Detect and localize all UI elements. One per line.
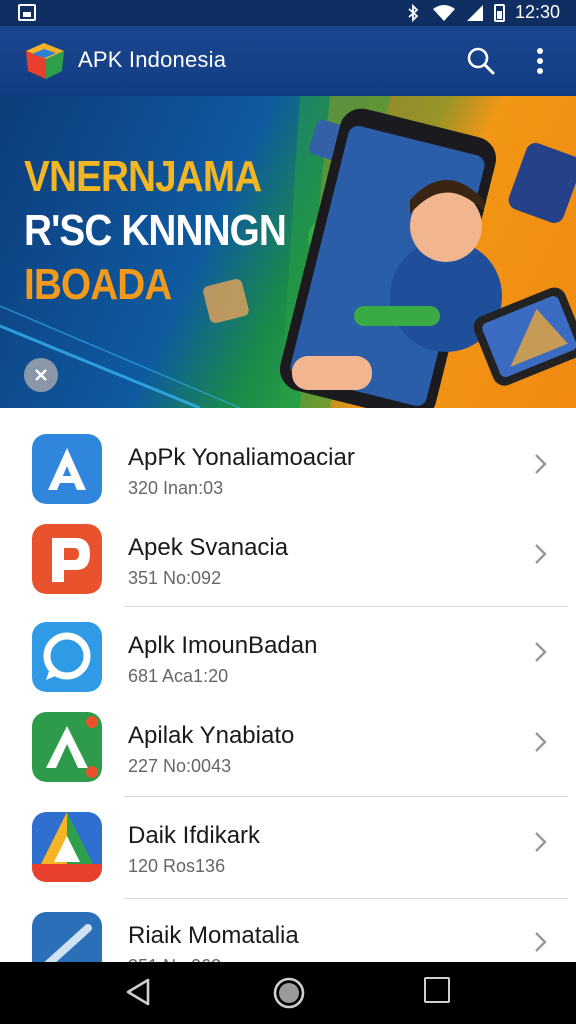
chevron-right-icon xyxy=(535,544,547,564)
search-icon[interactable] xyxy=(464,44,498,78)
close-icon xyxy=(35,369,47,381)
gallery-notification-icon xyxy=(18,4,36,21)
app-name: Daik Ifdikark xyxy=(128,822,261,849)
divider xyxy=(124,898,568,899)
banner-headline-2: R'SC KNNNGN xyxy=(24,206,287,255)
app-meta: 320 Inan:03 xyxy=(128,478,224,498)
recent-apps-icon[interactable] xyxy=(424,977,450,1003)
app-meta: 227 No:0043 xyxy=(128,756,232,776)
chevron-right-icon xyxy=(535,454,547,474)
banner-headline-3: IBOADA xyxy=(24,260,172,309)
more-options-icon[interactable] xyxy=(524,44,556,78)
app-icon-drive xyxy=(32,812,102,882)
promo-banner[interactable]: VNERNJAMA R'SC KNNNGN IBOADA xyxy=(0,96,576,408)
chevron-right-icon xyxy=(535,932,547,952)
home-icon[interactable] xyxy=(272,976,306,1010)
divider xyxy=(124,796,568,797)
app-meta: 351 No:092 xyxy=(128,568,222,588)
list-item[interactable]: Daik Ifdikark 120 Ros136 xyxy=(0,798,576,888)
signal-icon xyxy=(466,4,483,21)
banner-headline-1: VNERNJAMA xyxy=(24,152,262,201)
system-nav-bar xyxy=(0,962,576,1024)
app-icon-a xyxy=(32,434,102,504)
app-meta: 681 Aca1:20 xyxy=(128,666,229,686)
app-title: APK Indonesia xyxy=(78,47,227,72)
app-meta: 120 Ros136 xyxy=(128,856,226,876)
divider xyxy=(124,606,568,607)
list-item[interactable]: Aplk ImounBadan 681 Aca1:20 xyxy=(0,608,576,698)
bluetooth-icon xyxy=(408,3,419,22)
list-item[interactable]: Apilak Ynabiato 227 No:0043 xyxy=(0,698,576,788)
status-icons: 12:30 xyxy=(404,2,560,23)
list-item[interactable]: Riaik Momatalia 351 No:063 xyxy=(0,900,576,968)
status-bar: 12:30 xyxy=(0,0,576,26)
status-time: 12:30 xyxy=(514,2,560,22)
app-name: Apek Svanacia xyxy=(128,534,289,561)
app-list: ApPk Yonaliamoaciar 320 Inan:03 Apek Sva… xyxy=(0,408,576,968)
app-bar: APK Indonesia xyxy=(0,26,576,96)
chevron-right-icon xyxy=(535,642,547,662)
app-logo-icon xyxy=(26,43,64,79)
battery-icon xyxy=(493,3,505,22)
back-icon[interactable] xyxy=(122,976,154,1008)
app-name: Apilak Ynabiato xyxy=(128,722,295,749)
app-name: Riaik Momatalia xyxy=(128,922,299,949)
app-icon-pen xyxy=(32,912,102,968)
chevron-right-icon xyxy=(535,732,547,752)
chevron-right-icon xyxy=(535,832,547,852)
list-item[interactable]: Apek Svanacia 351 No:092 xyxy=(0,510,576,600)
app-name: ApPk Yonaliamoaciar xyxy=(128,444,355,471)
list-item[interactable]: ApPk Yonaliamoaciar 320 Inan:03 xyxy=(0,420,576,510)
app-icon-green-a xyxy=(32,712,102,782)
app-icon-p xyxy=(32,524,102,594)
app-name: Aplk ImounBadan xyxy=(128,632,318,659)
app-icon-chat xyxy=(32,622,102,692)
wifi-icon xyxy=(432,4,455,21)
close-banner-button[interactable] xyxy=(24,358,58,392)
